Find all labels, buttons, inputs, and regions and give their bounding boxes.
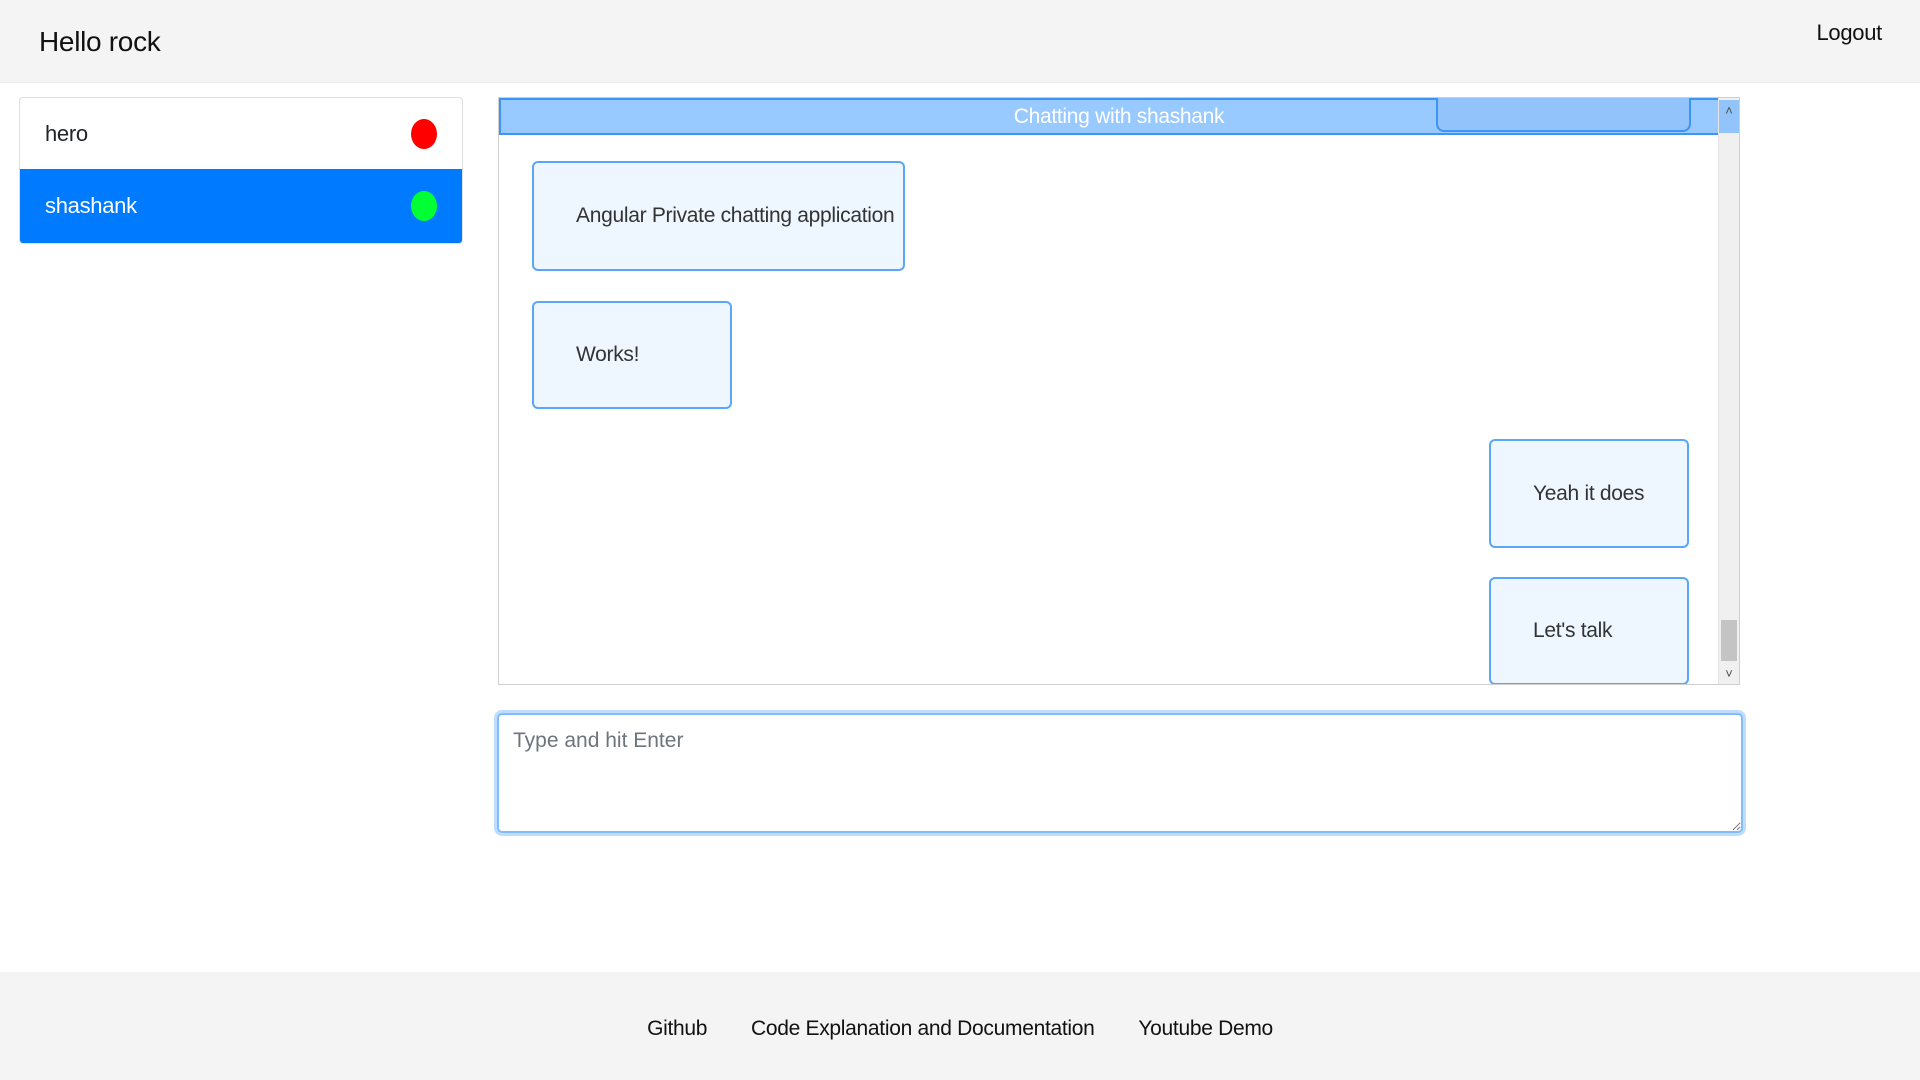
documentation-link[interactable]: Code Explanation and Documentation <box>751 1017 1095 1041</box>
message-bubble-sent: Yeah it does <box>1489 439 1689 548</box>
user-item-hero[interactable]: hero <box>20 98 462 169</box>
message-text: Let's talk <box>1533 619 1613 642</box>
scrollbar-thumb[interactable] <box>1721 620 1737 661</box>
logout-link[interactable]: Logout <box>1817 20 1883 46</box>
message-text: Works! <box>576 343 640 366</box>
greeting-text: Hello rock <box>39 26 161 57</box>
user-item-shashank[interactable]: shashank <box>20 169 462 243</box>
scroll-down-icon[interactable]: ˅ <box>1719 664 1739 684</box>
chat-title: Chatting with shashank <box>1013 105 1225 128</box>
footer-links: Github Code Explanation and Documentatio… <box>0 1017 1920 1041</box>
online-status-icon <box>411 191 437 221</box>
chat-header: Chatting with shashank <box>499 98 1739 135</box>
message-text: Yeah it does <box>1533 481 1645 505</box>
chat-panel: Chatting with shashank Angular Private c… <box>498 97 1740 685</box>
message-text: Angular Private chatting application <box>576 204 895 227</box>
message-bubble-received: Works! <box>532 301 732 409</box>
github-link[interactable]: Github <box>647 1017 707 1041</box>
user-name: shashank <box>45 193 137 218</box>
chat-scrollbar[interactable]: ˄ ˅ <box>1718 98 1739 684</box>
offline-status-icon <box>411 118 437 149</box>
youtube-demo-link[interactable]: Youtube Demo <box>1138 1017 1273 1041</box>
user-list: hero shashank <box>19 97 463 244</box>
user-name: hero <box>45 120 88 146</box>
message-bubble-sent: Let's talk <box>1489 577 1689 684</box>
message-bubble-received: Angular Private chatting application <box>532 161 905 271</box>
top-navbar: Hello rock Logout <box>0 0 1920 83</box>
scroll-up-icon[interactable]: ˄ <box>1719 100 1739 133</box>
footer: Github Code Explanation and Documentatio… <box>0 972 1920 1080</box>
message-input[interactable] <box>497 713 1743 833</box>
partially-scrolled-message <box>1436 98 1691 132</box>
message-list: Angular Private chatting application Wor… <box>499 135 1719 684</box>
